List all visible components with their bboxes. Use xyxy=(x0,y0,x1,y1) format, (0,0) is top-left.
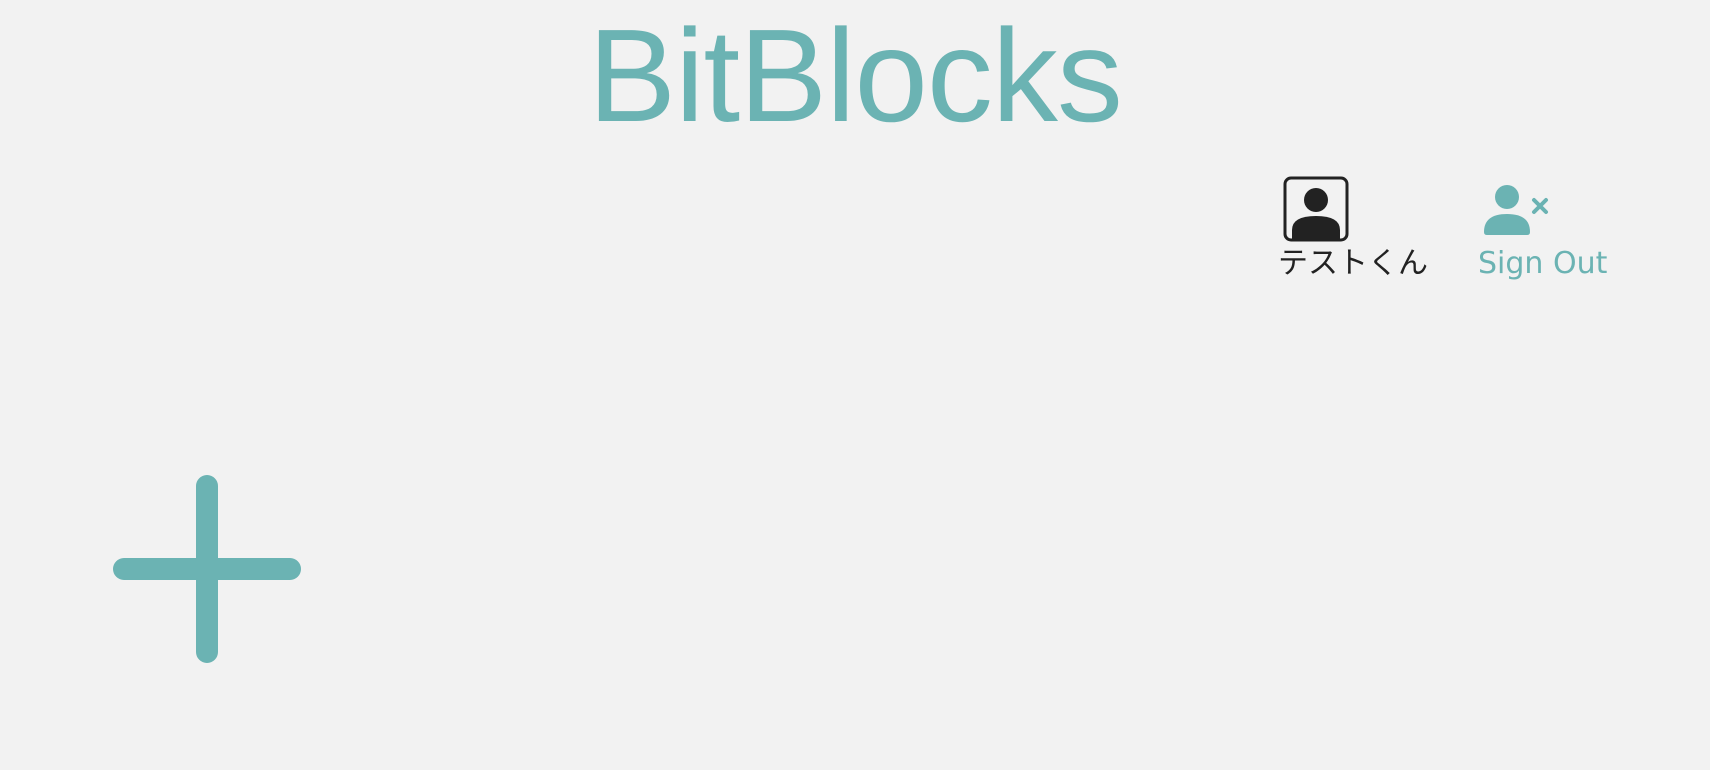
user-name: テストくん xyxy=(1278,246,1428,281)
add-button[interactable] xyxy=(112,474,302,664)
person-x-icon xyxy=(1480,176,1550,242)
sign-out-label: Sign Out xyxy=(1478,246,1608,281)
person-square-icon xyxy=(1283,176,1349,242)
plus-icon xyxy=(112,475,302,667)
page: BitBlocks テストくん Sign Out xyxy=(0,0,1710,770)
user-profile[interactable]: テストくん xyxy=(1278,176,1468,282)
app-title: BitBlocks xyxy=(588,2,1123,149)
sign-out-link[interactable]: Sign Out xyxy=(1478,176,1628,282)
